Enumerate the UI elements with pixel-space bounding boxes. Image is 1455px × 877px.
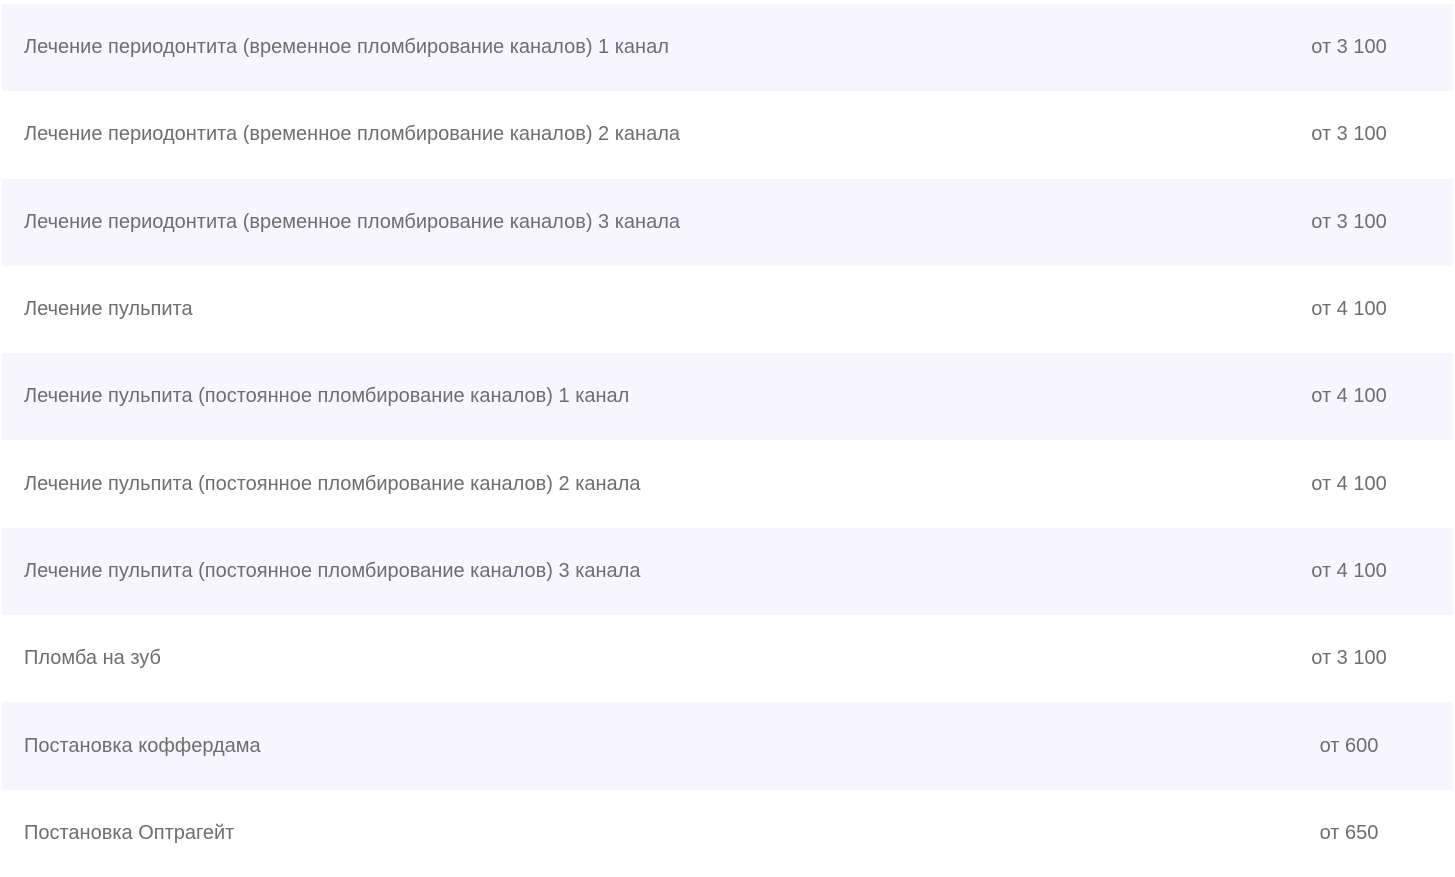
service-name: Пломба на зуб <box>24 647 161 670</box>
price-row: Лечение периодонтита (временное пломбиро… <box>2 4 1453 92</box>
service-name: Лечение пульпита (постоянное пломбирован… <box>24 385 630 408</box>
service-name: Постановка Оптрагейт <box>24 821 235 844</box>
price-row: Лечение периодонтита (временное пломбиро… <box>2 178 1453 266</box>
price-list-table: Лечение периодонтита (временное пломбиро… <box>2 4 1453 877</box>
service-price: от 4 100 <box>1311 472 1387 495</box>
service-price: от 3 100 <box>1311 647 1387 670</box>
service-name: Постановка коффердама <box>24 734 261 757</box>
price-row: Лечение пульпита (постоянное пломбирован… <box>2 527 1453 616</box>
service-price: от 3 100 <box>1311 36 1387 59</box>
price-row: Лечение пульпита (постоянное пломбирован… <box>2 440 1453 527</box>
price-row: Пломба на зуб от 3 100 <box>2 615 1453 702</box>
service-price: от 4 100 <box>1311 298 1387 321</box>
service-name: Лечение пульпита (постоянное пломбирован… <box>24 559 641 582</box>
service-price: от 4 100 <box>1311 385 1387 408</box>
price-row: Постановка Оптрагейт от 650 <box>2 790 1453 877</box>
price-row: Лечение пульпита от 4 100 <box>2 266 1453 353</box>
service-name: Лечение пульпита <box>24 298 193 321</box>
service-price: от 600 <box>1319 734 1379 757</box>
service-name: Лечение периодонтита (временное пломбиро… <box>24 210 680 233</box>
service-price: от 650 <box>1319 821 1379 844</box>
price-row: Лечение периодонтита (временное пломбиро… <box>2 91 1453 178</box>
price-row: Постановка коффердама от 600 <box>2 702 1453 790</box>
service-name: Лечение периодонтита (временное пломбиро… <box>24 123 680 146</box>
service-price: от 3 100 <box>1311 210 1387 233</box>
service-price: от 3 100 <box>1311 123 1387 146</box>
service-price: от 4 100 <box>1311 559 1387 582</box>
price-row: Лечение пульпита (постоянное пломбирован… <box>2 353 1453 441</box>
service-name: Лечение пульпита (постоянное пломбирован… <box>24 472 641 495</box>
service-name: Лечение периодонтита (временное пломбиро… <box>24 36 669 59</box>
